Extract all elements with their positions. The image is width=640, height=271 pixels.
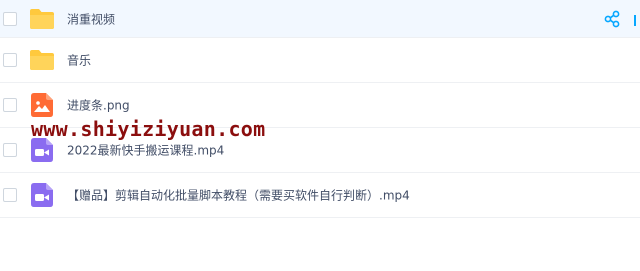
row-checkbox[interactable]	[3, 11, 17, 26]
row-checkbox[interactable]	[3, 143, 17, 157]
folder-icon	[29, 49, 55, 75]
row-checkbox[interactable]	[3, 53, 17, 67]
video-file-icon	[31, 138, 53, 166]
file-row-0[interactable]: 消重视频	[0, 0, 640, 38]
watermark: www.shiyiziyuan.com	[31, 117, 266, 141]
download-icon[interactable]	[633, 12, 640, 26]
row-checkbox[interactable]	[3, 98, 17, 112]
row-actions	[600, 10, 640, 28]
file-row-1[interactable]: 音乐	[0, 38, 640, 83]
file-name[interactable]: 消重视频	[67, 10, 115, 27]
folder-icon	[29, 8, 55, 34]
file-row-4[interactable]: 【赠品】剪辑自动化批量脚本教程（需要买软件自行判断）.mp4	[0, 173, 640, 218]
video-file-icon	[31, 183, 53, 211]
file-name[interactable]: 2022最新快手搬运课程.mp4	[67, 142, 224, 159]
file-name[interactable]: 进度条.png	[67, 97, 130, 114]
share-icon[interactable]	[603, 10, 621, 28]
row-checkbox[interactable]	[3, 188, 17, 202]
file-name[interactable]: 【赠品】剪辑自动化批量脚本教程（需要买软件自行判断）.mp4	[67, 187, 410, 204]
file-name[interactable]: 音乐	[67, 52, 91, 69]
